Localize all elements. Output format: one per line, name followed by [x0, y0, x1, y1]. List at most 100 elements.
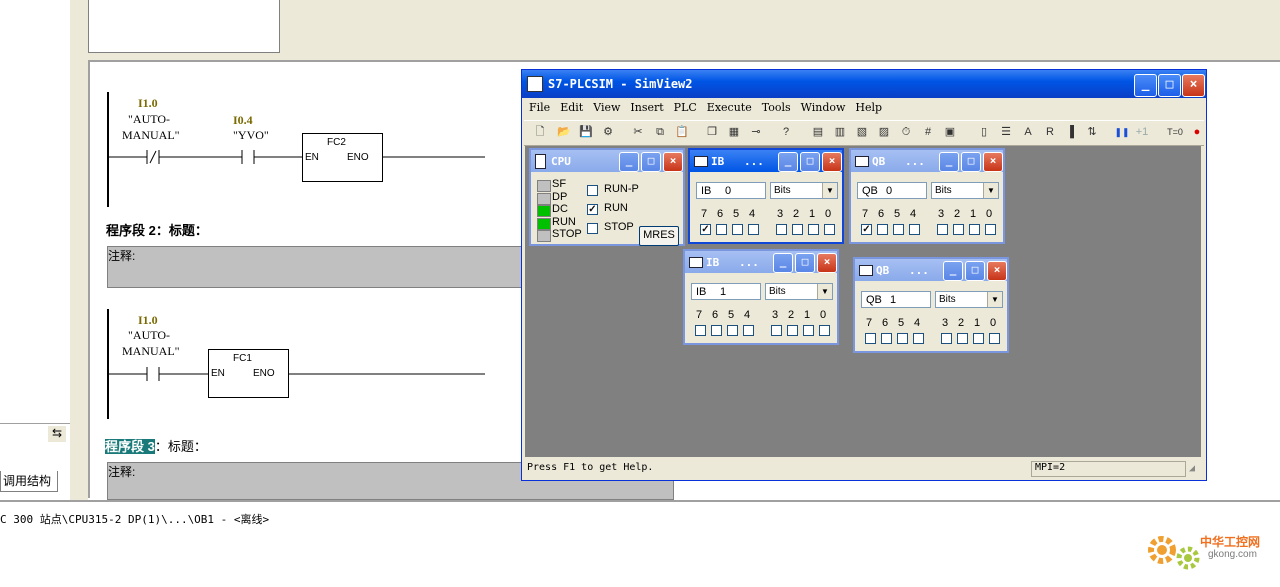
network3-title-highlight[interactable]: 程序段 3: [105, 439, 155, 454]
variable-window-ib0[interactable]: IB... _ □ × IB 0 Bits ▼ 7 ✓ 6 5 4 3 2 1 0: [688, 148, 844, 244]
copy-icon[interactable]: ⧉: [652, 124, 668, 140]
save-icon[interactable]: 💾: [578, 124, 594, 140]
area-address-field[interactable]: QB 1: [861, 291, 931, 308]
cpu-window[interactable]: CPU _ □ × SF DP DC RUN STOP RUN-P ✓ RUN STOP MRE…: [529, 148, 685, 246]
format-select[interactable]: Bits ▼: [935, 291, 1003, 308]
next-scan-icon[interactable]: +1: [1132, 124, 1152, 140]
variable-window-titlebar[interactable]: QB... _ □ ×: [855, 259, 1007, 281]
bit-checkbox-5[interactable]: [897, 333, 908, 344]
minimize-button[interactable]: _: [773, 253, 793, 273]
marker-icon[interactable]: ▧: [854, 124, 870, 140]
plcsim-titlebar[interactable]: S7-PLCSIM - SimView2 _ □ ×: [522, 70, 1206, 98]
cpu-window-titlebar[interactable]: CPU _ □ ×: [531, 150, 683, 172]
bit-checkbox-0[interactable]: [989, 333, 1000, 344]
plcsim-window[interactable]: S7-PLCSIM - SimView2 _ □ × File Edit View I…: [521, 69, 1207, 481]
bit-checkbox-6[interactable]: [711, 325, 722, 336]
format-select[interactable]: Bits ▼: [931, 182, 999, 199]
pause-icon[interactable]: ❚❚: [1114, 124, 1130, 140]
peripheral-input-icon[interactable]: ▥: [832, 124, 848, 140]
maximize-button[interactable]: □: [1158, 74, 1181, 97]
variable-window-ib1[interactable]: IB... _ □ × IB 1 Bits ▼ 7 6 5 4 3 2 1 0: [683, 249, 839, 345]
block-regs-icon[interactable]: R: [1042, 124, 1058, 140]
input-var-icon[interactable]: ▤: [810, 124, 826, 140]
close-button[interactable]: ×: [817, 253, 837, 273]
close-button[interactable]: ×: [987, 261, 1007, 281]
network1-rung[interactable]: [107, 147, 487, 167]
network-icon[interactable]: ⚙: [600, 124, 616, 140]
chevron-down-icon[interactable]: ▼: [983, 183, 998, 198]
bit-checkbox-2[interactable]: [787, 325, 798, 336]
breakpoint-icon[interactable]: ●: [1192, 124, 1202, 140]
bit-checkbox-3[interactable]: [937, 224, 948, 235]
close-button[interactable]: ×: [983, 152, 1003, 172]
chevron-down-icon[interactable]: ▼: [817, 284, 832, 299]
chevron-down-icon[interactable]: ▼: [822, 183, 837, 198]
bit-checkbox-4[interactable]: [913, 333, 924, 344]
bit-checkbox-5[interactable]: [893, 224, 904, 235]
menu-view[interactable]: View: [588, 99, 625, 114]
output-var-icon[interactable]: ▨: [876, 124, 892, 140]
bit-checkbox-2[interactable]: [792, 224, 803, 235]
stack-icon[interactable]: ☰: [998, 124, 1014, 140]
cut-icon[interactable]: ✂: [630, 124, 646, 140]
bit-checkbox-7[interactable]: ✓: [700, 224, 711, 235]
counter-icon[interactable]: #: [920, 124, 936, 140]
minimize-button[interactable]: _: [943, 261, 963, 281]
bit-checkbox-3[interactable]: [771, 325, 782, 336]
minimize-button[interactable]: _: [619, 152, 639, 172]
minimize-button[interactable]: _: [1134, 74, 1157, 97]
bit-checkbox-5[interactable]: [727, 325, 738, 336]
resize-grip-icon[interactable]: ◢: [1189, 463, 1195, 474]
fc2-block[interactable]: FC2 EN ENO: [302, 133, 383, 182]
area-address-field[interactable]: QB 0: [857, 182, 927, 199]
bit-checkbox-7[interactable]: [865, 333, 876, 344]
open-icon[interactable]: 📂: [556, 124, 572, 140]
mode-checkbox-run-p[interactable]: [587, 185, 598, 196]
vertical-bits-icon[interactable]: ▯: [976, 124, 992, 140]
timer-icon[interactable]: ⏱: [898, 124, 914, 140]
format-select[interactable]: Bits ▼: [765, 283, 833, 300]
maximize-button[interactable]: □: [965, 261, 985, 281]
variable-window-qb0[interactable]: QB... _ □ × QB 0 Bits ▼ 7 ✓ 6 5 4 3 2 1 0: [849, 148, 1005, 244]
bit-checkbox-1[interactable]: [808, 224, 819, 235]
menu-plc[interactable]: PLC: [669, 99, 702, 114]
bit-checkbox-5[interactable]: [732, 224, 743, 235]
generic-var-icon[interactable]: ▣: [942, 124, 958, 140]
menu-execute[interactable]: Execute: [702, 99, 757, 114]
fc1-block[interactable]: FC1 EN ENO: [208, 349, 289, 398]
variable-window-qb1[interactable]: QB... _ □ × QB 1 Bits ▼ 7 6 5 4 3 2 1 0: [853, 257, 1009, 353]
maximize-button[interactable]: □: [961, 152, 981, 172]
minimize-button[interactable]: _: [778, 152, 798, 172]
area-address-field[interactable]: IB 0: [696, 182, 766, 199]
bit-checkbox-7[interactable]: [695, 325, 706, 336]
bit-checkbox-4[interactable]: [909, 224, 920, 235]
bit-checkbox-1[interactable]: [803, 325, 814, 336]
cascade-icon[interactable]: ❐: [704, 124, 720, 140]
help-pointer-icon[interactable]: ?: [778, 124, 794, 140]
filter-icon[interactable]: ⇆: [48, 426, 66, 442]
call-structure-tab[interactable]: 调用结构: [0, 471, 58, 492]
chevron-down-icon[interactable]: ▼: [987, 292, 1002, 307]
menu-edit[interactable]: Edit: [555, 99, 588, 114]
bit-checkbox-0[interactable]: [985, 224, 996, 235]
bit-checkbox-4[interactable]: [748, 224, 759, 235]
reset-timer-icon[interactable]: T=0: [1164, 124, 1186, 140]
close-button[interactable]: ×: [822, 152, 842, 172]
close-button[interactable]: ×: [1182, 74, 1205, 97]
mres-button[interactable]: MRES: [639, 226, 679, 246]
menu-help[interactable]: Help: [850, 99, 887, 114]
bit-checkbox-3[interactable]: [776, 224, 787, 235]
maximize-button[interactable]: □: [641, 152, 661, 172]
close-button[interactable]: ×: [663, 152, 683, 172]
menu-insert[interactable]: Insert: [625, 99, 668, 114]
bit-checkbox-3[interactable]: [941, 333, 952, 344]
menu-tools[interactable]: Tools: [757, 99, 796, 114]
maximize-button[interactable]: □: [795, 253, 815, 273]
bit-checkbox-0[interactable]: [824, 224, 835, 235]
minimize-button[interactable]: _: [939, 152, 959, 172]
bit-checkbox-7[interactable]: ✓: [861, 224, 872, 235]
format-select[interactable]: Bits ▼: [770, 182, 838, 199]
bit-checkbox-6[interactable]: [881, 333, 892, 344]
mode-checkbox-stop[interactable]: [587, 223, 598, 234]
splitter-strip[interactable]: [70, 60, 88, 500]
